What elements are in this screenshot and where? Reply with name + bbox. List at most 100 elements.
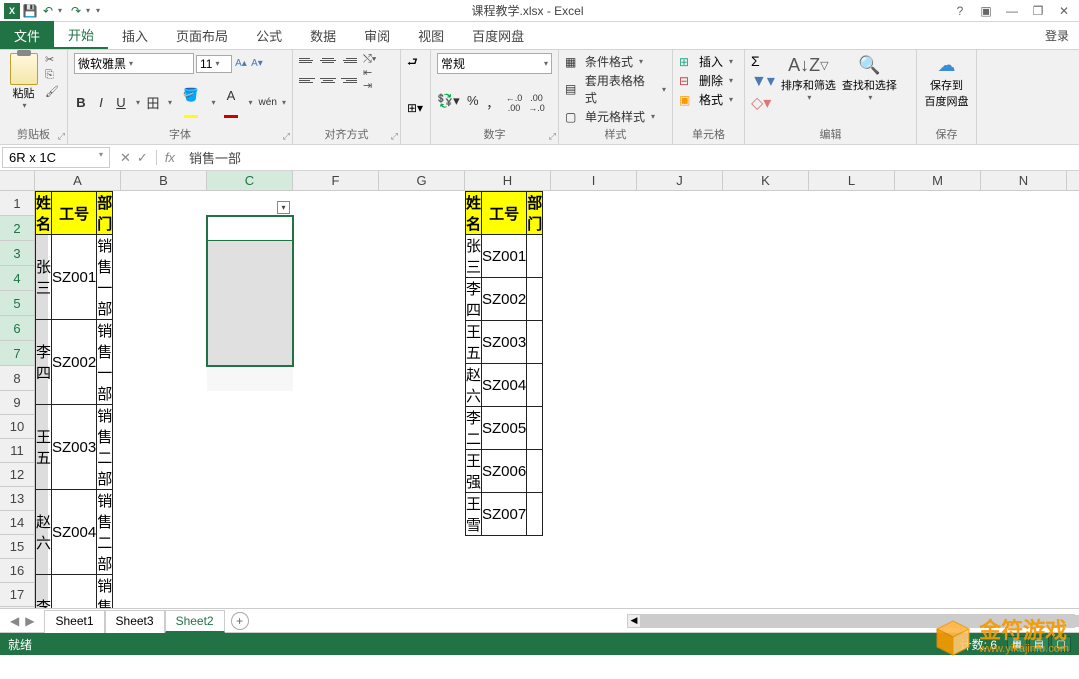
row-header-8[interactable]: 8: [0, 366, 35, 391]
row-header-13[interactable]: 13: [0, 487, 35, 511]
select-all-corner[interactable]: [0, 171, 35, 190]
sheet-nav-prev-icon[interactable]: ◀: [10, 614, 19, 628]
table-row[interactable]: 张三SZ001销售一部: [36, 235, 113, 320]
row-headers[interactable]: 123456789101112131415161718: [0, 191, 35, 609]
table-cell[interactable]: SZ003: [52, 405, 97, 490]
undo-icon[interactable]: ↶: [40, 3, 56, 19]
hscroll-left-icon[interactable]: ◀: [627, 614, 641, 628]
alignment-buttons[interactable]: [299, 53, 357, 92]
table-cell[interactable]: [527, 493, 543, 536]
table-row[interactable]: 王五SZ003销售二部: [36, 405, 113, 490]
undo-dropdown-icon[interactable]: ▾: [58, 6, 66, 15]
font-color-button[interactable]: A: [221, 88, 240, 118]
filter-dropdown-icon[interactable]: ▾: [277, 201, 290, 214]
cancel-formula-icon[interactable]: ✕: [120, 150, 131, 166]
table-row[interactable]: 赵六SZ004销售二部: [36, 490, 113, 575]
name-box[interactable]: 6R x 1C▾: [2, 147, 110, 168]
table-cell[interactable]: 李二: [466, 407, 482, 450]
table-row[interactable]: 王五SZ003: [466, 321, 543, 364]
insert-cells-button[interactable]: ⊞插入▾: [679, 53, 738, 70]
table-left[interactable]: 姓名工号部门张三SZ001销售一部李四SZ002销售一部王五SZ003销售二部赵…: [35, 191, 113, 609]
format-cells-button[interactable]: ▣格式▾: [679, 91, 738, 108]
sheet-tab-Sheet1[interactable]: Sheet1: [44, 610, 104, 633]
table-header[interactable]: 姓名: [36, 192, 52, 235]
sort-filter-button[interactable]: A↓Z▽ 排序和筛选▾: [781, 53, 836, 102]
add-sheet-button[interactable]: +: [231, 612, 249, 630]
column-headers[interactable]: ABCFGHIJKLMN: [0, 171, 1079, 191]
col-header-K[interactable]: K: [723, 171, 809, 190]
table-cell[interactable]: 销售二部: [97, 405, 113, 490]
worksheet-grid[interactable]: ABCFGHIJKLMN 123456789101112131415161718…: [0, 171, 1079, 609]
font-name-combo[interactable]: 微软雅黑▾: [74, 53, 194, 74]
col-header-B[interactable]: B: [121, 171, 207, 190]
conditional-format-button[interactable]: ▦条件格式▾: [565, 53, 666, 70]
percent-button[interactable]: %: [466, 93, 480, 113]
row-header-17[interactable]: 17: [0, 583, 35, 607]
table-cell[interactable]: SZ007: [482, 493, 527, 536]
table-cell[interactable]: [527, 364, 543, 407]
table-row[interactable]: 李二SZ005销售三部: [36, 575, 113, 610]
table-cell[interactable]: 李四: [466, 278, 482, 321]
table-header[interactable]: 部门: [97, 192, 113, 235]
cell-styles-button[interactable]: ▢单元格样式▾: [565, 108, 666, 125]
table-right[interactable]: 姓名工号部门张三SZ001李四SZ002王五SZ003赵六SZ004李二SZ00…: [465, 191, 543, 536]
currency-button[interactable]: 💱▾: [437, 93, 460, 113]
row-header-2[interactable]: 2: [0, 216, 35, 241]
col-header-M[interactable]: M: [895, 171, 981, 190]
table-cell[interactable]: SZ004: [52, 490, 97, 575]
table-cell[interactable]: SZ004: [482, 364, 527, 407]
table-cell[interactable]: SZ006: [482, 450, 527, 493]
merge-button[interactable]: ⊞▾: [407, 101, 424, 115]
table-cell[interactable]: SZ003: [482, 321, 527, 364]
table-format-button[interactable]: ▤套用表格格式▾: [565, 72, 666, 106]
number-format-combo[interactable]: 常规▾: [437, 53, 552, 74]
row-header-4[interactable]: 4: [0, 266, 35, 291]
border-button[interactable]: 田: [146, 93, 160, 112]
row-header-6[interactable]: 6: [0, 316, 35, 341]
col-header-H[interactable]: H: [465, 171, 551, 190]
tab-page-layout[interactable]: 页面布局: [162, 21, 242, 49]
col-header-N[interactable]: N: [981, 171, 1067, 190]
tab-formulas[interactable]: 公式: [242, 21, 296, 49]
sheet-tab-Sheet2[interactable]: Sheet2: [165, 610, 225, 633]
redo-icon[interactable]: ↷: [68, 3, 84, 19]
sheet-nav-next-icon[interactable]: ▶: [25, 614, 34, 628]
font-size-combo[interactable]: 11▾: [196, 55, 232, 73]
clear-button[interactable]: ◇▾: [751, 93, 775, 113]
tab-insert[interactable]: 插入: [108, 21, 162, 49]
table-header[interactable]: 工号: [52, 192, 97, 235]
table-cell[interactable]: SZ002: [482, 278, 527, 321]
save-icon[interactable]: 💾: [22, 3, 38, 19]
row-header-15[interactable]: 15: [0, 535, 35, 559]
italic-button[interactable]: I: [94, 95, 108, 110]
qat-customize-icon[interactable]: ▾: [96, 6, 104, 15]
table-cell[interactable]: [527, 278, 543, 321]
increase-font-icon[interactable]: A▴: [234, 57, 248, 71]
minimize-icon[interactable]: —: [1003, 4, 1021, 18]
table-cell[interactable]: SZ005: [482, 407, 527, 450]
underline-button[interactable]: U: [114, 95, 128, 110]
view-page-break-icon[interactable]: ▢: [1051, 636, 1071, 652]
save-baidu-button[interactable]: ☁ 保存到 百度网盘: [923, 53, 970, 109]
table-row[interactable]: 王雪SZ007: [466, 493, 543, 536]
fill-color-button[interactable]: 🪣: [178, 87, 203, 118]
row-header-9[interactable]: 9: [0, 391, 35, 415]
row-header-11[interactable]: 11: [0, 439, 35, 463]
table-cell[interactable]: 张三: [36, 235, 52, 320]
table-cell[interactable]: 王雪: [466, 493, 482, 536]
table-row[interactable]: 李二SZ005: [466, 407, 543, 450]
table-row[interactable]: 张三SZ001: [466, 235, 543, 278]
col-header-J[interactable]: J: [637, 171, 723, 190]
enter-formula-icon[interactable]: ✓: [137, 150, 148, 166]
help-icon[interactable]: ?: [951, 4, 969, 18]
close-icon[interactable]: ✕: [1055, 4, 1073, 18]
row-header-16[interactable]: 16: [0, 559, 35, 583]
table-cell[interactable]: 销售二部: [97, 490, 113, 575]
col-header-F[interactable]: F: [293, 171, 379, 190]
hscroll-thumb[interactable]: [642, 615, 1079, 627]
row-header-3[interactable]: 3: [0, 241, 35, 266]
indent-decrease-button[interactable]: ⇤: [363, 66, 376, 79]
table-cell[interactable]: 张三: [466, 235, 482, 278]
login-link[interactable]: 登录: [1035, 22, 1079, 49]
table-row[interactable]: 赵六SZ004: [466, 364, 543, 407]
